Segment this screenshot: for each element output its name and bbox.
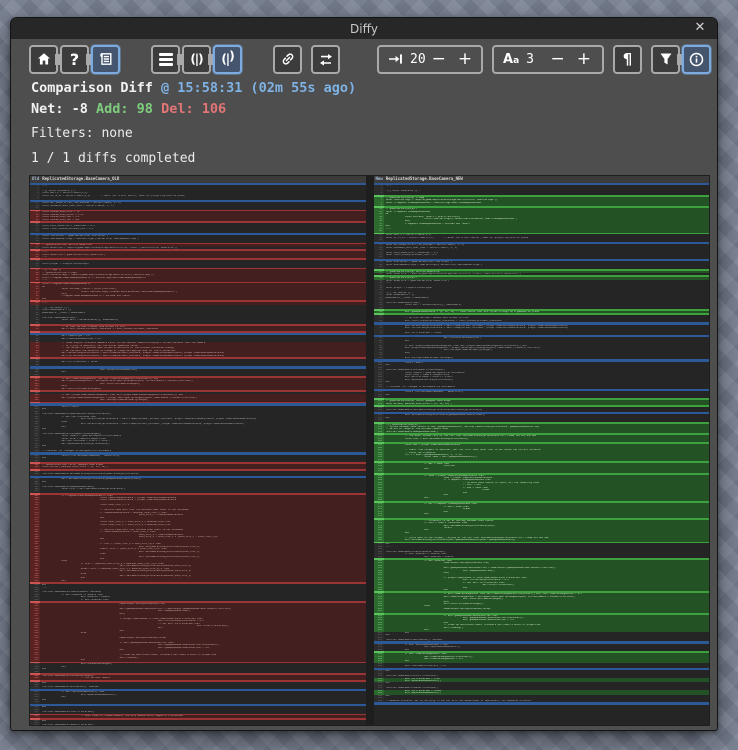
diff-line: 247function BaseCamera:GetEnabled(): boo… — [30, 686, 366, 688]
diff-line: 125function BaseCamera:SetCameraToSubjec… — [374, 409, 710, 411]
del-count: Del: 106 — [161, 101, 226, 117]
diff-line: 258 — [30, 701, 366, 703]
diff-area: Old ReplicatedStorage.BaseCamera_OLD 1--… — [29, 175, 710, 726]
unified-lines-icon — [159, 53, 173, 66]
diff-line — [30, 331, 366, 333]
diff-line: 93 self:OnPlayerCameraPropertyChange() — [374, 357, 710, 359]
home-button[interactable] — [29, 45, 58, 74]
toolbar: ? (|) (|) — [11, 39, 717, 77]
diff-pane-right[interactable]: New ReplicatedStorage.BaseCamera_NEW 1--… — [374, 176, 710, 725]
split-view-right-icon: (|) — [221, 52, 233, 66]
code-lines-right[interactable]: 1--!!23--[[ Local Constants ]]--46-- @Mo… — [374, 185, 710, 725]
close-button[interactable]: ✕ — [692, 20, 708, 35]
split-view-icon: (|) — [190, 52, 202, 66]
font-size-group: Aa 3 − + — [492, 45, 604, 74]
diff-stats: Net: -8 Add: 98 Del: 106 — [31, 101, 717, 117]
diff-line: 6 — [30, 197, 366, 199]
split-view-button[interactable]: (|) — [182, 45, 211, 74]
comparison-timestamp: @ 15:58:31 (02m 55s ago) — [153, 80, 356, 96]
diff-line: 68 self.FIRST_PERSON_DISTANCE_THRESHOLD … — [374, 320, 710, 322]
font-size-increase-button[interactable]: + — [571, 49, 593, 69]
filters-status: Filters: none — [31, 126, 717, 141]
help-button[interactable]: ? — [60, 45, 89, 74]
split-view-right-button[interactable]: (|) — [213, 45, 242, 74]
swap-arrows-icon — [318, 51, 334, 67]
tab-width-group: 20 − + — [377, 45, 483, 74]
titlebar[interactable]: Diffy ✕ — [11, 18, 717, 39]
code-lines-left[interactable]: 1--!!23--[[ Local Constants ]]--4local U… — [30, 185, 366, 725]
comparison-title: Comparison Diff @ 15:58:31 (02m 55s ago) — [31, 80, 717, 96]
tab-width-icon — [388, 52, 403, 66]
diff-line — [30, 402, 366, 404]
diff-line: 138-- Listener for changes to workspace.… — [30, 450, 366, 452]
wrap-lines-button[interactable] — [91, 45, 120, 74]
info-button[interactable] — [682, 45, 711, 74]
diff-line: 243 self.lastCameraTransform = nil — [374, 665, 710, 667]
diff-line: 153function BaseCamera:SetCameraToSubjec… — [30, 473, 366, 475]
diff-line: 25 — [30, 230, 366, 232]
funnel-icon — [658, 51, 674, 67]
font-size-decrease-button[interactable]: − — [545, 49, 571, 69]
pilcrow-icon: ¶ — [623, 50, 633, 68]
tab-width-increase-button[interactable]: + — [452, 49, 474, 69]
link-scroll-button[interactable] — [273, 45, 302, 74]
filter-button[interactable] — [651, 45, 680, 74]
diff-line: 273function BaseCamera:LeaveFirstPerson(… — [30, 724, 366, 725]
progress-status: 1 / 1 diffs completed — [31, 151, 717, 166]
diff-line: 78 self.inFirstPerson = false — [374, 332, 710, 334]
diff-line: 262-- Removed distance: set by dollying … — [374, 700, 710, 702]
diff-pane-left[interactable]: Old ReplicatedStorage.BaseCamera_OLD 1--… — [30, 176, 366, 725]
diff-line: 36 — [374, 256, 710, 258]
diff-line: 227function BaseCamera:GetEnabled(): boo… — [374, 639, 710, 641]
tab-width-decrease-button[interactable]: − — [426, 49, 452, 69]
swap-sides-button[interactable] — [311, 45, 340, 74]
diff-summary: Comparison Diff @ 15:58:31 (02m 55s ago)… — [11, 77, 717, 171]
tab-width-value: 20 — [410, 52, 426, 67]
home-icon — [36, 51, 52, 67]
whitespace-toggle-button[interactable]: ¶ — [613, 45, 642, 74]
diff-line: 110-- Listener for changes to workspace.… — [374, 386, 710, 388]
net-count: Net: -8 — [31, 101, 96, 117]
question-icon: ? — [70, 50, 79, 69]
diff-line — [374, 702, 710, 705]
diff-line: 24 — [374, 239, 710, 241]
add-count: Add: 98 — [96, 101, 161, 117]
unified-view-button[interactable] — [151, 45, 180, 74]
diffy-window: Diffy ✕ ? (|) (|) — [10, 17, 718, 731]
font-size-value: 3 — [526, 52, 534, 67]
font-size-icon: Aa — [503, 52, 519, 67]
window-title: Diffy — [350, 22, 378, 36]
diff-line: 92 — [30, 364, 366, 366]
scroll-icon — [98, 51, 114, 67]
info-circle-icon — [688, 51, 705, 68]
link-icon — [280, 51, 296, 67]
